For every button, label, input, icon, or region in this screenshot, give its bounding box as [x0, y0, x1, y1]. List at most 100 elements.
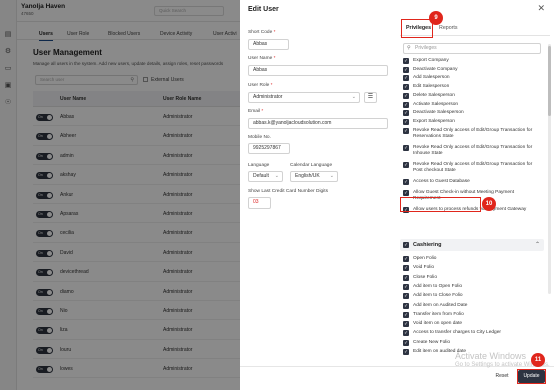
short-code-input[interactable]: Abbas: [248, 39, 289, 50]
windows-watermark: Activate Windows: [455, 351, 527, 361]
language-value: Default: [253, 173, 269, 179]
privilege-label: Open Folio: [413, 256, 437, 261]
step-badge-11: 11: [531, 353, 545, 367]
chevron-up-icon[interactable]: ⌃: [535, 241, 540, 248]
privilege-label: Access to Guest Database: [413, 179, 470, 184]
required-mark: *: [270, 83, 273, 88]
checkbox-checked-icon[interactable]: ✓: [403, 58, 409, 64]
cc-digits-label: Show Last Credit Card Number Digits: [248, 189, 328, 194]
step-badge-10: 10: [482, 197, 496, 211]
list-icon: ☰: [367, 94, 374, 100]
checkbox-checked-icon[interactable]: ✓: [403, 119, 409, 125]
privilege-label: Activate Salesperson: [413, 102, 459, 107]
checkbox-checked-icon[interactable]: ✓: [403, 311, 409, 318]
cashiering-section-header[interactable]: ✓ Cashiering ⌃: [400, 239, 544, 251]
checkbox-checked-icon[interactable]: ✓: [403, 339, 409, 346]
checkbox-checked-icon[interactable]: ✓: [403, 283, 409, 290]
privilege-label: Deactivate Salesperson: [413, 110, 464, 115]
checkbox-checked-icon[interactable]: ✓: [403, 349, 409, 355]
privilege-label: Add item to Open Folio: [413, 283, 463, 289]
scrollbar-thumb[interactable]: [548, 46, 551, 116]
checkbox-checked-icon[interactable]: ✓: [403, 110, 409, 116]
privilege-label: Export Salesperson: [413, 119, 455, 124]
reset-button[interactable]: Reset: [491, 370, 513, 383]
user-name-label: User Name *: [248, 56, 275, 61]
checkbox-checked-icon[interactable]: ✓: [403, 265, 409, 272]
short-code-label-text: Short Code: [248, 30, 273, 35]
user-role-label-text: User Role: [248, 83, 270, 88]
checkbox-checked-icon[interactable]: ✓: [403, 84, 409, 90]
privileges-search-placeholder: Privileges: [415, 45, 437, 51]
app-root: ▤ ⚙ ▭ ▣ ☉ Yanolja Haven 47650 Quick Sear…: [0, 0, 554, 390]
user-role-label: User Role *: [248, 83, 273, 88]
edit-user-drawer: Edit User ✕ Short Code * Abbas User Name…: [240, 0, 554, 390]
required-mark: *: [261, 109, 264, 114]
tab-reports[interactable]: Reports: [439, 25, 458, 31]
search-icon: ⚲: [407, 45, 411, 51]
cc-digits-input[interactable]: 03: [248, 197, 271, 209]
privilege-label: Add item on Audited Date: [413, 302, 468, 308]
calendar-language-label: Calendar Language: [290, 163, 333, 168]
required-mark: *: [273, 30, 276, 35]
close-icon[interactable]: ✕: [537, 4, 545, 14]
mobile-input[interactable]: 9925297867: [248, 143, 290, 154]
privilege-label: Access to transfer charges to City Ledge…: [413, 330, 501, 336]
email-label-text: Email: [248, 109, 260, 114]
checkbox-checked-icon[interactable]: ✓: [403, 293, 409, 300]
language-label: Language: [248, 163, 270, 168]
checkbox-checked-icon[interactable]: ✓: [403, 302, 409, 309]
user-name-label-text: User Name: [248, 56, 273, 61]
update-highlight: [517, 369, 546, 384]
checkbox-checked-icon[interactable]: ✓: [403, 93, 409, 99]
checkbox-checked-icon[interactable]: ✓: [403, 242, 409, 248]
email-input[interactable]: abbas.k@yanoljacloudsolution.com: [248, 118, 388, 129]
short-code-label: Short Code *: [248, 30, 275, 35]
checkbox-checked-icon[interactable]: ✓: [403, 321, 409, 328]
calendar-language-value: English/UK: [295, 173, 320, 179]
privileges-search-input[interactable]: ⚲ Privileges: [403, 43, 541, 54]
checkbox-checked-icon[interactable]: ✓: [403, 67, 409, 73]
privilege-label: Export Company: [413, 58, 449, 63]
privilege-label: Close Folio: [413, 274, 437, 280]
checkbox-checked-icon[interactable]: ✓: [403, 162, 409, 168]
privilege-label: Void Folio: [413, 265, 435, 271]
privilege-label: Create New Folio: [413, 339, 451, 345]
guest-db-highlight: [400, 197, 481, 212]
user-name-input[interactable]: Abbas: [248, 65, 388, 76]
checkbox-checked-icon[interactable]: ✓: [403, 256, 409, 262]
privilege-label: Deactivate Company: [413, 67, 458, 72]
role-list-button[interactable]: ☰: [364, 92, 377, 103]
mobile-label: Mobile No.: [248, 135, 271, 140]
privileges-scrollbar[interactable]: [548, 44, 551, 294]
checkbox-checked-icon[interactable]: ✓: [403, 330, 409, 337]
checkbox-checked-icon[interactable]: ✓: [403, 179, 409, 185]
section-title: Cashiering: [413, 242, 442, 248]
step-badge-9: 9: [429, 11, 443, 25]
checkbox-checked-icon[interactable]: ✓: [403, 75, 409, 81]
email-label: Email *: [248, 109, 263, 114]
drawer-title: Edit User: [248, 6, 279, 13]
chevron-down-icon: ⌄: [351, 94, 356, 100]
user-role-value: Administrator: [253, 94, 283, 100]
language-select[interactable]: Default ⌄: [248, 171, 283, 182]
user-role-select[interactable]: Administrator ⌄: [248, 92, 360, 103]
privilege-label: Add Salesperson: [413, 75, 450, 80]
privilege-label: Edit Salesperson: [413, 84, 450, 89]
privilege-label: Revoke Read Only access of Edit/Group Tr…: [413, 128, 533, 139]
checkbox-checked-icon[interactable]: ✓: [403, 274, 409, 281]
privilege-label: Revoke Read Only access of Edit/Group Tr…: [413, 145, 533, 156]
required-mark: *: [273, 56, 276, 61]
privilege-label: Revoke Read Only access of Edit/Group Tr…: [413, 162, 533, 173]
chevron-down-icon: ⌄: [274, 173, 279, 179]
privilege-label: Add item to Close Folio: [413, 293, 463, 299]
chevron-down-icon: ⌄: [329, 173, 334, 179]
checkbox-checked-icon[interactable]: ✓: [403, 102, 409, 108]
privilege-label: Delete Salesperson: [413, 93, 455, 98]
privileges-tab-highlight: [401, 19, 433, 38]
checkbox-checked-icon[interactable]: ✓: [403, 128, 409, 134]
calendar-language-select[interactable]: English/UK ⌄: [290, 171, 338, 182]
checkbox-checked-icon[interactable]: ✓: [403, 190, 409, 196]
checkbox-checked-icon[interactable]: ✓: [403, 145, 409, 151]
privilege-label: Transfer item from Folio: [413, 311, 464, 317]
privilege-label: Void item on open date: [413, 321, 463, 327]
